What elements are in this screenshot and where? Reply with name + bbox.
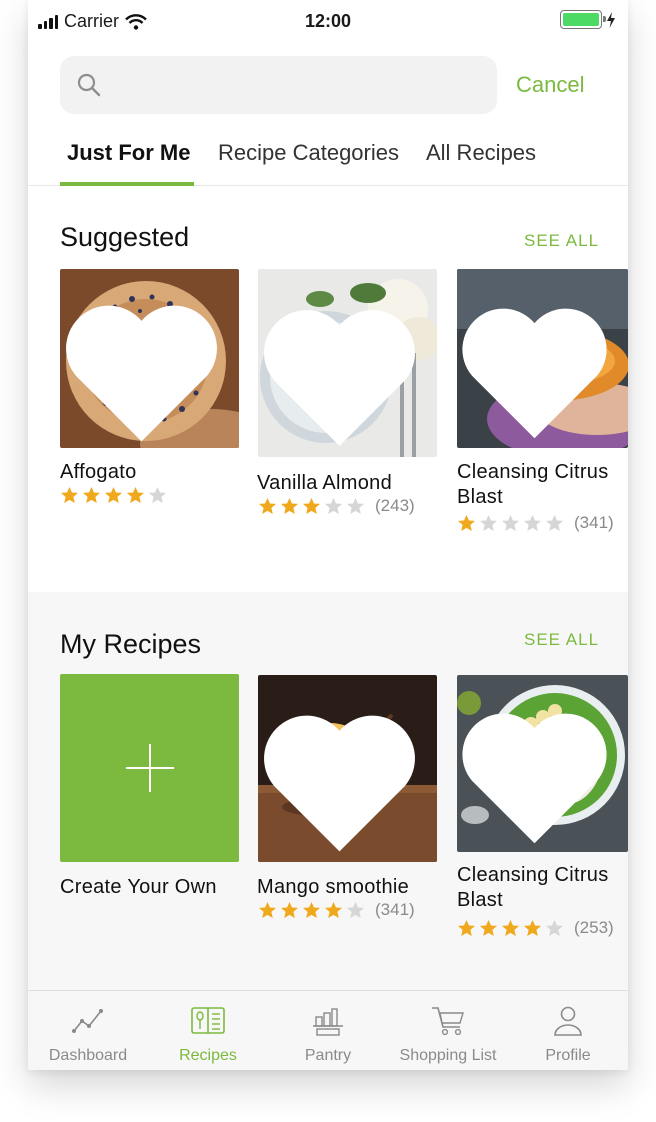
nav-label: Profile bbox=[545, 1047, 591, 1064]
tab-bar: Just For Me Recipe Categories All Recipe… bbox=[28, 120, 628, 186]
nav-label: Pantry bbox=[304, 1047, 352, 1064]
star-empty-icon bbox=[545, 919, 564, 937]
heart-icon[interactable] bbox=[258, 283, 429, 457]
shopping-cart-icon bbox=[432, 1007, 464, 1036]
clock: 12:00 bbox=[304, 11, 352, 31]
rating bbox=[60, 486, 167, 504]
nav-profile[interactable]: Profile bbox=[508, 991, 628, 1070]
create-recipe-label[interactable]: Create Your Own bbox=[60, 875, 245, 900]
search-bar[interactable] bbox=[60, 56, 497, 114]
recipe-card-image[interactable] bbox=[60, 269, 239, 448]
star-rating bbox=[258, 497, 365, 515]
rating: (253) bbox=[457, 918, 614, 938]
cancel-button[interactable]: Cancel bbox=[516, 72, 584, 98]
star-rating bbox=[258, 901, 365, 919]
person-icon bbox=[554, 1006, 582, 1036]
star-filled-icon bbox=[479, 919, 498, 937]
star-filled-icon bbox=[523, 919, 542, 937]
nav-dashboard[interactable]: Dashboard bbox=[28, 991, 148, 1070]
star-filled-icon bbox=[104, 486, 123, 504]
phone-screen: Carrier 12:00 Cancel Just For Me Recipe … bbox=[28, 0, 628, 1070]
rating: (243) bbox=[258, 496, 415, 516]
star-empty-icon bbox=[545, 514, 564, 532]
recipe-title[interactable]: Cleansing Citrus Blast bbox=[457, 460, 628, 510]
star-filled-icon bbox=[501, 919, 520, 937]
star-filled-icon bbox=[258, 497, 277, 515]
active-tab-indicator bbox=[60, 182, 194, 186]
star-empty-icon bbox=[346, 901, 365, 919]
nav-label: Shopping List bbox=[399, 1047, 497, 1064]
star-filled-icon bbox=[60, 486, 79, 504]
recipe-title[interactable]: Affogato bbox=[60, 460, 240, 485]
search-input[interactable] bbox=[116, 56, 486, 114]
suggested-title: Suggested bbox=[60, 222, 190, 252]
star-filled-icon bbox=[280, 901, 299, 919]
star-rating bbox=[457, 919, 564, 937]
suggested-see-all-link[interactable]: SEE ALL bbox=[524, 231, 599, 251]
star-filled-icon bbox=[324, 901, 343, 919]
plus-icon bbox=[126, 744, 174, 792]
star-filled-icon bbox=[82, 486, 101, 504]
tab-recipe-categories[interactable]: Recipe Categories bbox=[218, 140, 399, 166]
star-empty-icon bbox=[479, 514, 498, 532]
star-filled-icon bbox=[302, 497, 321, 515]
rating-count: (341) bbox=[375, 900, 415, 919]
star-rating bbox=[457, 514, 564, 532]
rating: (341) bbox=[258, 900, 415, 920]
rating-count: (253) bbox=[574, 918, 614, 937]
tab-just-for-me[interactable]: Just For Me bbox=[67, 140, 190, 166]
recipe-title[interactable]: Mango smoothie bbox=[257, 875, 447, 900]
nav-shopping-list[interactable]: Shopping List bbox=[388, 991, 508, 1070]
star-empty-icon bbox=[324, 497, 343, 515]
recipe-card-image[interactable] bbox=[457, 269, 628, 448]
recipe-title[interactable]: Cleansing Citrus Blast bbox=[457, 863, 628, 913]
star-filled-icon bbox=[457, 919, 476, 937]
star-filled-icon bbox=[126, 486, 145, 504]
pantry-shelf-icon bbox=[313, 1008, 343, 1036]
recipe-book-icon bbox=[191, 1007, 225, 1034]
heart-icon[interactable] bbox=[60, 283, 231, 448]
rating-count: (341) bbox=[574, 513, 614, 532]
recipe-title[interactable]: Vanilla Almond bbox=[257, 471, 442, 496]
rating-count: (243) bbox=[375, 496, 415, 515]
nav-label: Dashboard bbox=[48, 1047, 128, 1064]
star-filled-icon bbox=[280, 497, 299, 515]
star-rating bbox=[60, 486, 167, 504]
rating: (341) bbox=[457, 513, 614, 533]
chart-line-icon bbox=[72, 1009, 103, 1033]
create-recipe-button[interactable] bbox=[60, 674, 239, 862]
heart-icon[interactable] bbox=[457, 689, 620, 852]
star-empty-icon bbox=[346, 497, 365, 515]
star-empty-icon bbox=[148, 486, 167, 504]
my-recipes-see-all-link[interactable]: SEE ALL bbox=[524, 630, 599, 650]
status-bar: Carrier 12:00 bbox=[28, 0, 628, 42]
nav-recipes[interactable]: Recipes bbox=[148, 991, 268, 1070]
nav-label: Recipes bbox=[179, 1047, 237, 1064]
star-empty-icon bbox=[523, 514, 542, 532]
heart-icon[interactable] bbox=[457, 283, 620, 448]
star-empty-icon bbox=[501, 514, 520, 532]
battery-icon bbox=[560, 10, 606, 29]
star-filled-icon bbox=[258, 901, 277, 919]
star-filled-icon bbox=[302, 901, 321, 919]
battery-status bbox=[560, 10, 616, 29]
search-icon bbox=[77, 73, 101, 97]
heart-icon[interactable] bbox=[258, 689, 429, 862]
bottom-nav: Dashboard Recipes Pantry Shopping List P… bbox=[28, 990, 628, 1070]
star-filled-icon bbox=[457, 514, 476, 532]
charging-icon bbox=[607, 11, 615, 28]
my-recipes-title: My Recipes bbox=[60, 629, 202, 659]
recipe-card-image[interactable] bbox=[258, 269, 437, 457]
tab-all-recipes[interactable]: All Recipes bbox=[426, 140, 536, 166]
nav-pantry[interactable]: Pantry bbox=[268, 991, 388, 1070]
recipe-card-image[interactable] bbox=[457, 675, 628, 852]
recipe-card-image[interactable] bbox=[258, 675, 437, 862]
